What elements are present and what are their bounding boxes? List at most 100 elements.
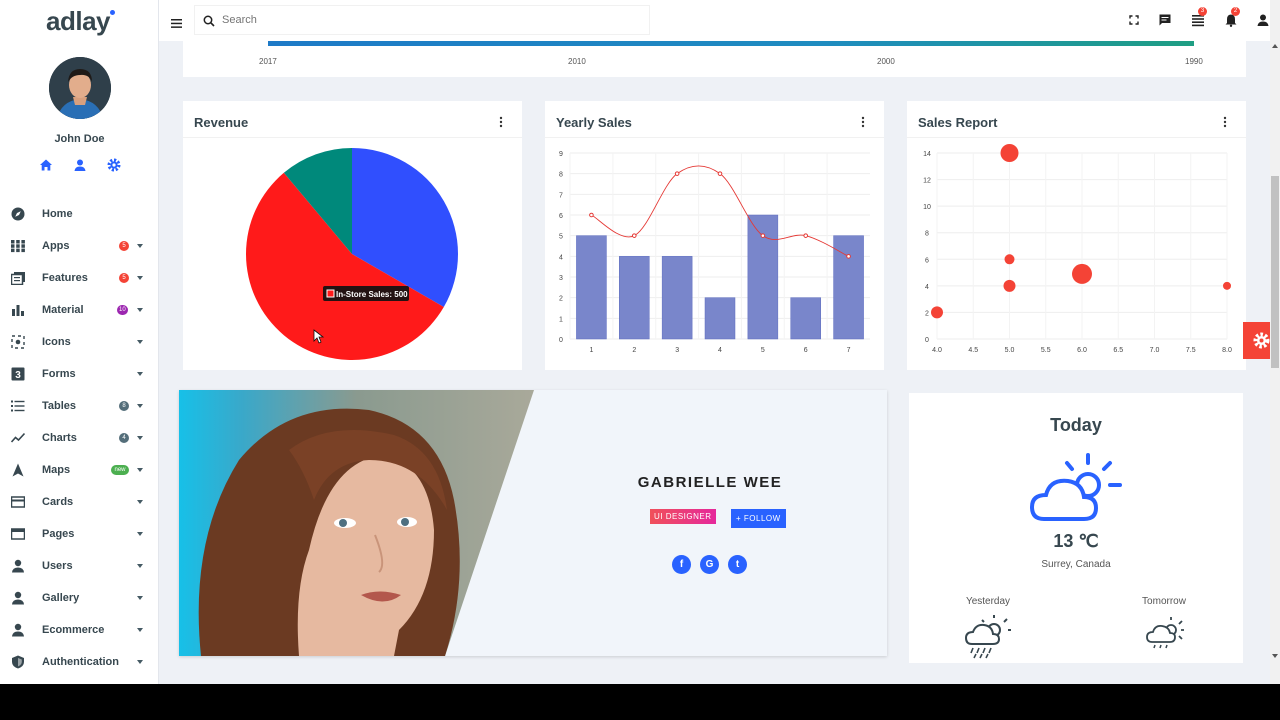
x-tick-label: 4.0 bbox=[932, 347, 942, 354]
search-input[interactable] bbox=[222, 12, 622, 28]
scatter-point[interactable] bbox=[1000, 144, 1019, 162]
sidebar-item-cards[interactable]: Cards bbox=[0, 486, 159, 518]
tooltip-text: In-Store Sales: 500 bbox=[336, 290, 408, 299]
bar bbox=[790, 297, 821, 340]
sales-report-chart[interactable]: 0 2 4 6 8 10 12 14 4.0 4.5 5.0 5.5 6.0 6.5 7.0 7.5 8.0 bbox=[907, 138, 1246, 370]
account-icon[interactable] bbox=[1256, 13, 1270, 27]
revenue-pie-chart[interactable]: In-Store Sales: 500 bbox=[183, 138, 522, 370]
scroll-thumb[interactable] bbox=[1271, 176, 1279, 368]
profile-icon[interactable] bbox=[72, 157, 88, 173]
logo-dot bbox=[110, 10, 115, 15]
y-tick-label: 12 bbox=[923, 178, 931, 185]
user-name: John Doe bbox=[54, 133, 105, 145]
sidebar-item-label: Maps bbox=[42, 464, 71, 476]
navigation-icon bbox=[11, 463, 25, 477]
user-icon bbox=[11, 591, 25, 605]
scatter-point[interactable] bbox=[1004, 254, 1015, 265]
list-notification-icon[interactable]: 3 bbox=[1191, 7, 1207, 27]
sidebar-item-badge: 5 bbox=[119, 273, 129, 283]
list-icon bbox=[11, 399, 25, 413]
more-vert-icon[interactable] bbox=[499, 115, 503, 128]
chevron-down-icon[interactable] bbox=[137, 404, 143, 408]
logo: adlay bbox=[46, 6, 111, 36]
search-icon bbox=[203, 15, 215, 27]
rainy-icon bbox=[964, 615, 1011, 659]
sidebar-item-forms[interactable]: 3 Forms bbox=[0, 358, 159, 390]
target-icon bbox=[11, 335, 25, 349]
sidebar-item-gallery[interactable]: Gallery bbox=[0, 582, 159, 614]
cloudy-sun-icon bbox=[1146, 617, 1184, 649]
x-tick-label: 6 bbox=[804, 347, 808, 354]
chevron-down-icon[interactable] bbox=[137, 276, 143, 280]
sidebar-item-authentication[interactable]: Authentication bbox=[0, 646, 159, 678]
chevron-down-icon[interactable] bbox=[137, 244, 143, 248]
chevron-down-icon[interactable] bbox=[137, 564, 143, 568]
menu-icon[interactable] bbox=[171, 15, 182, 28]
sidebar-item-features[interactable]: Features 5 bbox=[0, 262, 159, 294]
y-tick-label: 6 bbox=[925, 257, 929, 264]
sidebar-item-ecommerce[interactable]: Ecommerce bbox=[0, 614, 159, 646]
sidebar-item-pages[interactable]: Pages bbox=[0, 518, 159, 550]
follow-button[interactable]: + FOLLOW bbox=[731, 509, 786, 528]
sidebar-item-material[interactable]: Material 10 bbox=[0, 294, 159, 326]
line-point bbox=[589, 212, 594, 218]
page-scrollbar[interactable] bbox=[1270, 0, 1280, 684]
google-icon[interactable]: G bbox=[700, 555, 719, 574]
timeline-year: 2017 bbox=[259, 57, 277, 66]
chevron-down-icon[interactable] bbox=[137, 532, 143, 536]
scatter-point[interactable] bbox=[1003, 279, 1016, 292]
x-tick-label: 5 bbox=[761, 347, 765, 354]
sidebar-item-apps[interactable]: Apps 5 bbox=[0, 230, 159, 262]
sidebar-item-users[interactable]: Users bbox=[0, 550, 159, 582]
chevron-down-icon[interactable] bbox=[137, 628, 143, 632]
bar-chart-icon bbox=[11, 303, 25, 317]
yearly-sales-chart[interactable]: 0 1 2 3 4 5 6 7 8 9 1 2 3 4 5 6 7 bbox=[545, 138, 884, 370]
chevron-down-icon[interactable] bbox=[137, 340, 143, 344]
avatar[interactable] bbox=[49, 57, 111, 119]
scatter-point[interactable] bbox=[931, 306, 943, 319]
sidebar-item-icons[interactable]: Icons bbox=[0, 326, 159, 358]
x-tick-label: 3 bbox=[675, 347, 679, 354]
x-tick-label: 5.0 bbox=[1005, 347, 1015, 354]
profile-photo bbox=[179, 390, 534, 656]
bar bbox=[833, 235, 864, 340]
timeline-card: 2017 2010 2000 1990 bbox=[183, 36, 1246, 77]
fullscreen-icon[interactable] bbox=[1127, 13, 1141, 27]
compass-icon bbox=[11, 207, 25, 221]
facebook-icon[interactable]: f bbox=[672, 555, 691, 574]
twitter-icon[interactable]: t bbox=[728, 555, 747, 574]
sidebar-item-tables[interactable]: Tables 8 bbox=[0, 390, 159, 422]
yearly-sales-title: Yearly Sales bbox=[556, 115, 632, 130]
home-icon[interactable] bbox=[38, 157, 54, 173]
chat-icon[interactable] bbox=[1158, 13, 1172, 27]
revenue-card: Revenue In-Store Sales: 500 bbox=[183, 101, 522, 370]
sidebar-item-charts[interactable]: Charts 4 bbox=[0, 422, 159, 454]
chevron-down-icon[interactable] bbox=[137, 660, 143, 664]
chevron-down-icon[interactable] bbox=[137, 436, 143, 440]
sidebar-item-home[interactable]: Home bbox=[0, 198, 159, 230]
x-tick-label: 1 bbox=[589, 347, 593, 354]
x-tick-label: 7.0 bbox=[1150, 347, 1160, 354]
pages-icon bbox=[10, 527, 26, 541]
chevron-down-icon[interactable] bbox=[137, 372, 143, 376]
sidebar-item-maps[interactable]: Maps new bbox=[0, 454, 159, 486]
shield-icon bbox=[11, 655, 25, 669]
tooltip-swatch bbox=[326, 289, 335, 298]
more-vert-icon[interactable] bbox=[1223, 115, 1227, 128]
y-tick-label: 14 bbox=[923, 151, 931, 158]
scatter-point[interactable] bbox=[1223, 281, 1231, 290]
scroll-up-arrow[interactable] bbox=[1272, 44, 1278, 48]
gear-icon[interactable] bbox=[106, 157, 122, 173]
chevron-down-icon[interactable] bbox=[137, 308, 143, 312]
more-vert-icon[interactable] bbox=[861, 115, 865, 128]
y-tick-label: 0 bbox=[925, 337, 929, 344]
chevron-down-icon[interactable] bbox=[137, 596, 143, 600]
chevron-down-icon[interactable] bbox=[137, 468, 143, 472]
scatter-point[interactable] bbox=[1072, 263, 1092, 284]
sidebar-item-label: Apps bbox=[42, 240, 70, 252]
scroll-down-arrow[interactable] bbox=[1272, 654, 1278, 658]
chevron-down-icon[interactable] bbox=[137, 500, 143, 504]
line-point bbox=[717, 171, 723, 176]
bell-icon[interactable]: 2 bbox=[1224, 7, 1240, 27]
y-tick-label: 7 bbox=[559, 192, 563, 199]
